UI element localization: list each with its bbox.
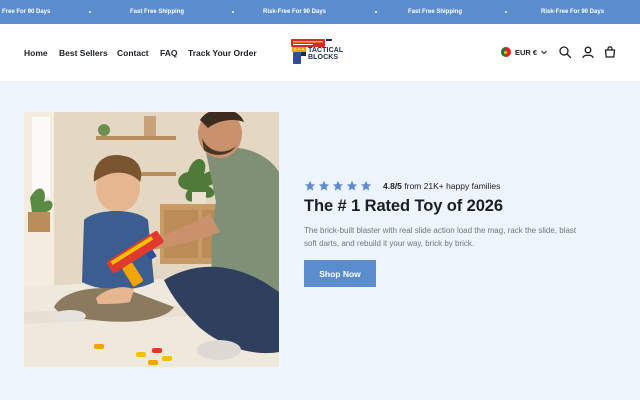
announcement-text: Risk-Free For 90 Days: [541, 9, 605, 15]
announcement-text: Free For 90 Days: [2, 9, 51, 15]
hero-description: The brick-built blaster with real slide …: [304, 226, 577, 248]
star-icon: [332, 180, 344, 191]
logo-text-line2: BLOCKS: [308, 54, 339, 61]
rating-value: 4.8/5: [383, 181, 402, 191]
star-icon: [360, 180, 372, 191]
announcement-separator: [89, 11, 91, 13]
brand-logo[interactable]: TACTICAL BLOCKS: [288, 36, 354, 68]
nav-track-order[interactable]: Track Your Order: [188, 48, 257, 58]
nav-faq[interactable]: FAQ: [160, 48, 177, 58]
logo-text-line1: TACTICAL: [308, 47, 344, 54]
father-son-playing-photo: [24, 112, 279, 367]
announcement-text: Fast Free Shipping: [130, 9, 185, 15]
rating-suffix: from 21K+ happy families: [401, 181, 501, 191]
chevron-down-icon: [541, 50, 547, 55]
shop-now-button[interactable]: Shop Now: [304, 260, 376, 287]
nav-best-sellers[interactable]: Best Sellers: [59, 48, 108, 58]
announcement-bar: Free For 90 Days Fast Free Shipping Risk…: [0, 0, 640, 24]
currency-selector[interactable]: EUR €: [501, 46, 548, 58]
search-icon[interactable]: [558, 45, 572, 59]
hero-image: [24, 112, 279, 367]
announcement-text: Risk-Free For 90 Days: [263, 9, 327, 15]
rating-summary: 4.8/5 from 21K+ happy families: [383, 181, 500, 191]
announcement-separator: [232, 11, 234, 13]
nav-home[interactable]: Home: [24, 48, 48, 58]
currency-label: EUR €: [515, 47, 538, 57]
star-icon: [304, 180, 316, 191]
announcement-separator: [375, 11, 377, 13]
star-icon: [346, 180, 358, 191]
hero-headline: The # 1 Rated Toy of 2026: [304, 197, 503, 215]
nav-contact[interactable]: Contact: [117, 48, 149, 58]
star-icon: [318, 180, 330, 191]
portugal-flag-icon: [501, 47, 511, 57]
account-icon[interactable]: [581, 45, 595, 59]
cart-icon[interactable]: [603, 45, 617, 59]
announcement-text: Fast Free Shipping: [408, 9, 463, 15]
site-header: Home Best Sellers Contact FAQ Track Your…: [0, 24, 640, 81]
announcement-separator: [505, 11, 507, 13]
rating-stars: [304, 180, 374, 192]
